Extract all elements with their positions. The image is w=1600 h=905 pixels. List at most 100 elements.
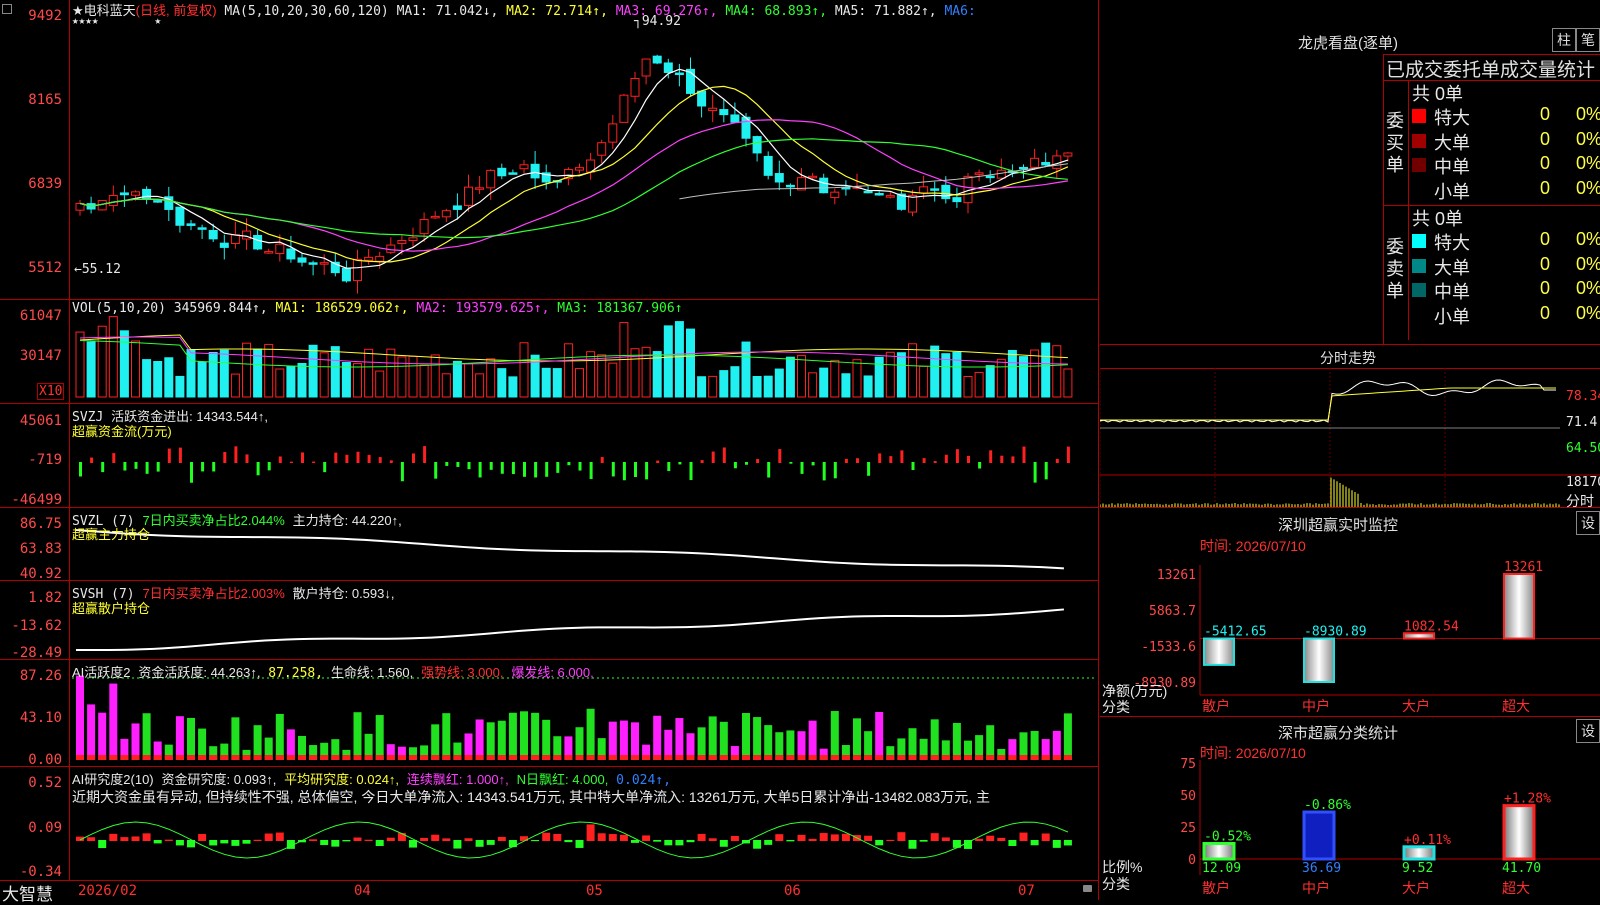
monitor-settings-button[interactable]: 设 <box>1576 511 1600 535</box>
research-line <box>80 822 1068 858</box>
chart-mark <box>509 713 517 760</box>
chart-mark <box>509 173 517 175</box>
stat-row-volume: 0 <box>1540 278 1550 302</box>
ratio-category-label: 超大 <box>1502 881 1530 897</box>
svsh-axis-1: -13.62 <box>0 618 62 634</box>
ratio-axis-label: 75 <box>1180 757 1196 772</box>
intraday-axis-2: 64.50 <box>1566 441 1600 456</box>
chart-mark <box>775 755 783 760</box>
chart-mark <box>931 833 939 841</box>
chart-mark <box>442 211 450 217</box>
ratio-change-label: -0.86% <box>1304 798 1351 813</box>
column-view-button[interactable]: 柱 <box>1552 28 1576 52</box>
chart-mark <box>509 840 517 847</box>
chart-mark <box>590 462 593 479</box>
chart-mark <box>401 462 404 481</box>
chart-mark <box>512 462 515 474</box>
chart-mark <box>531 164 539 178</box>
svzj-sub-label: 超赢资金流(万元) <box>72 421 172 440</box>
lock-icon[interactable] <box>1083 885 1092 892</box>
chart-area[interactable]: ★电科蓝天(日线, 前复权) MA(5,10,20,30,60,120) MA1… <box>0 0 1100 900</box>
ratio-value-label: 41.70 <box>1502 861 1541 876</box>
chart-mark <box>831 755 839 760</box>
chart-mark <box>964 755 972 760</box>
chart-mark <box>320 840 328 845</box>
chart-mark <box>132 341 140 397</box>
chart-mark <box>856 458 859 463</box>
stat-color-swatch <box>1412 234 1426 248</box>
class-settings-button[interactable]: 设 <box>1576 719 1600 743</box>
chart-mark <box>287 366 295 397</box>
chart-mark <box>720 722 728 760</box>
chart-mark <box>809 721 817 760</box>
net-bar-label: -8930.89 <box>1304 625 1367 640</box>
chart-mark <box>631 755 639 760</box>
chart-mark <box>609 124 617 142</box>
stat-color-swatch <box>1412 259 1426 273</box>
chart-mark <box>775 174 783 182</box>
kline-chart[interactable] <box>0 0 1100 900</box>
chart-mark <box>420 838 428 841</box>
chart-mark <box>520 711 528 760</box>
chart-mark <box>931 755 939 760</box>
chart-mark <box>753 717 761 760</box>
chart-mark <box>231 235 239 244</box>
chart-mark <box>934 461 937 463</box>
ratio-category-label: 大户 <box>1402 880 1430 897</box>
chart-mark <box>642 59 650 76</box>
svzl-sub-label: 超赢主力持仓 <box>72 524 150 543</box>
ma-line <box>80 69 1068 268</box>
stat-row-label: 大单 <box>1434 129 1470 153</box>
chart-mark <box>365 257 373 260</box>
chart-mark <box>368 455 371 463</box>
chart-mark <box>498 755 506 760</box>
ai-axis-0: 87.26 <box>0 668 62 684</box>
chart-mark <box>498 369 506 397</box>
chart-mark <box>387 755 395 760</box>
chart-mark <box>764 376 772 397</box>
chart-mark <box>431 755 439 760</box>
chart-mark <box>431 835 439 841</box>
chart-mark <box>734 462 737 468</box>
chart-mark <box>1053 156 1061 168</box>
ma-line <box>679 164 1068 199</box>
chart-mark <box>698 834 706 841</box>
date-06: 06 <box>784 883 801 899</box>
chart-mark <box>331 755 339 760</box>
chart-mark <box>276 244 284 253</box>
intraday-chart[interactable] <box>1100 368 1600 507</box>
ratio-value-label: 9.52 <box>1402 861 1433 876</box>
chart-mark <box>609 834 617 841</box>
stat-color-swatch <box>1412 134 1426 148</box>
chart-mark <box>942 354 950 397</box>
chart-mark <box>1056 459 1059 463</box>
settings-small-icon[interactable] <box>2 4 12 14</box>
net-bar <box>1504 574 1534 639</box>
chart-mark <box>812 462 815 465</box>
chart-mark <box>875 357 883 397</box>
chart-mark <box>198 362 206 397</box>
net-axis-label: 13261 <box>1157 568 1196 583</box>
chart-mark <box>176 716 184 760</box>
chart-mark <box>345 455 348 463</box>
svzj-axis-2: -46499 <box>0 492 62 508</box>
chart-mark <box>453 361 461 397</box>
chart-mark <box>409 356 417 397</box>
tick-view-button[interactable]: 笔 <box>1576 28 1600 52</box>
chart-mark <box>623 462 626 480</box>
chart-mark <box>964 376 972 397</box>
chart-mark <box>1008 840 1016 846</box>
chart-mark <box>667 462 670 471</box>
chart-mark <box>587 755 595 760</box>
stat-color-swatch <box>1412 308 1426 322</box>
chart-mark <box>556 462 559 473</box>
net-bar-label: 1082.54 <box>1404 619 1459 634</box>
chart-mark <box>1067 447 1070 463</box>
chart-mark <box>209 352 217 397</box>
chart-mark <box>953 723 961 760</box>
vol-axis-1: 30147 <box>0 348 62 364</box>
chart-mark <box>598 755 606 760</box>
chart-mark <box>1000 456 1003 463</box>
chart-mark <box>132 755 140 760</box>
ratio-change-label: +1.28% <box>1504 792 1551 807</box>
